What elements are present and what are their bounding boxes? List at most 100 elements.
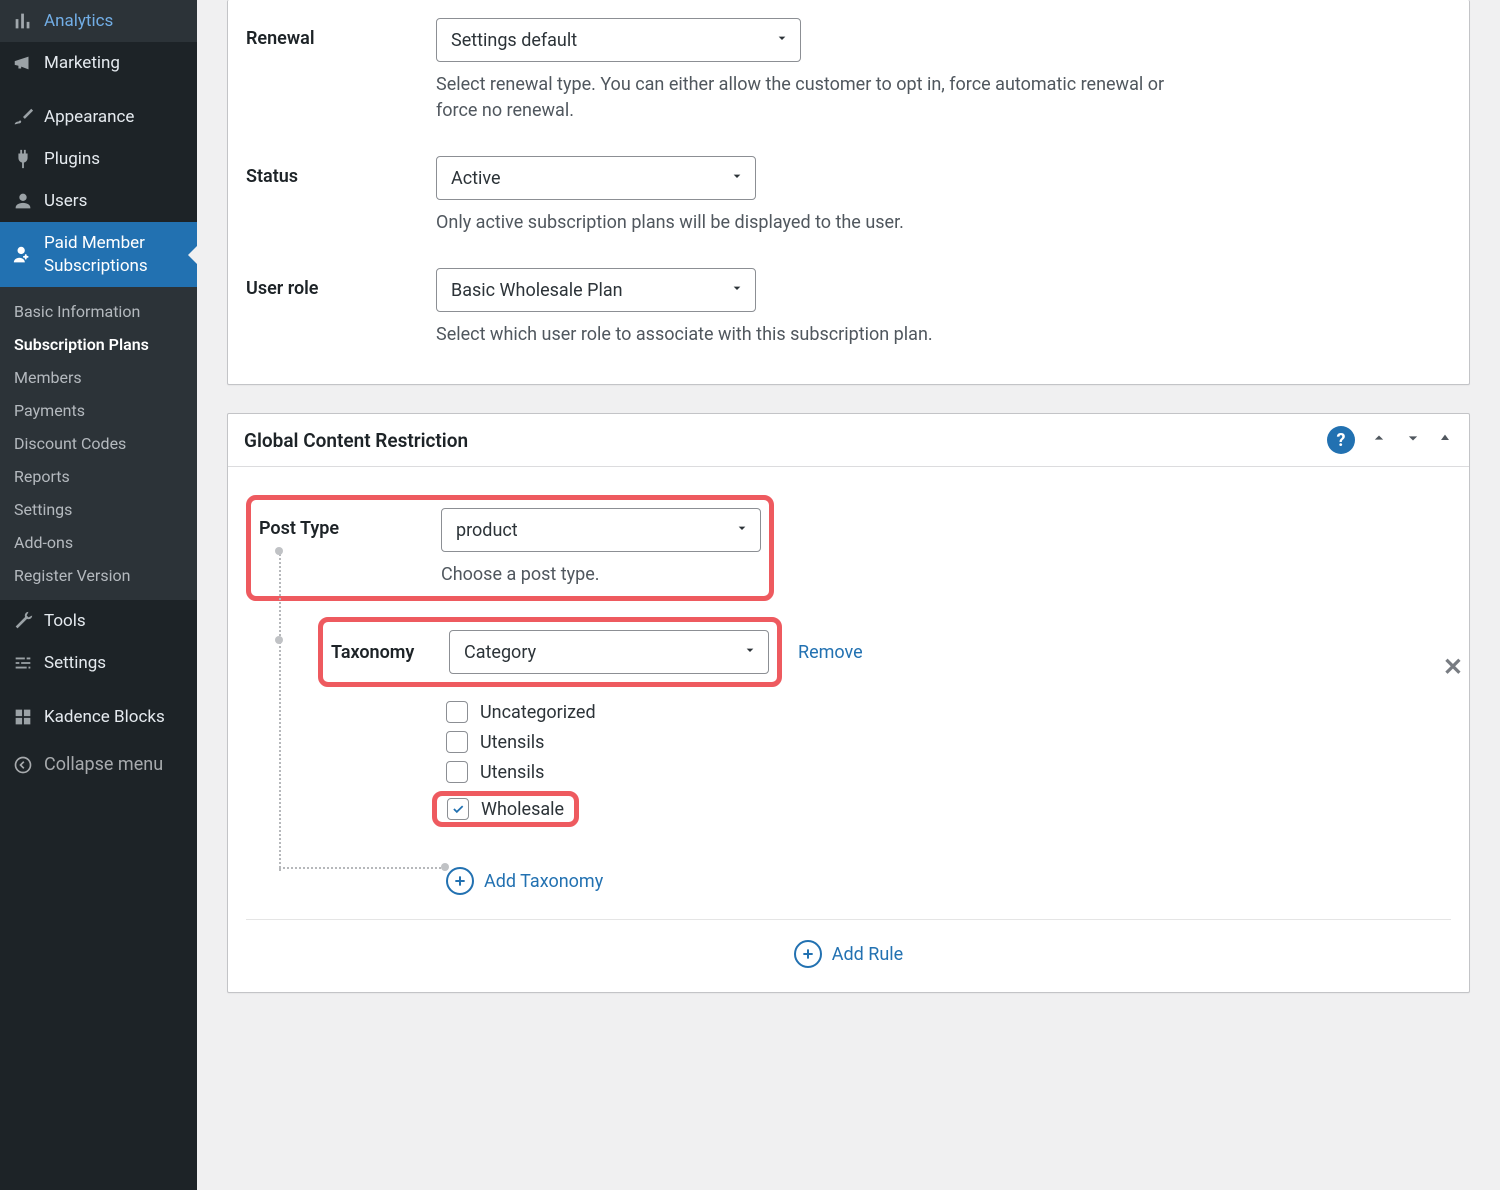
admin-sidebar: Analytics Marketing Appearance Plugins U… <box>0 0 197 1190</box>
taxonomy-option-label: Utensils <box>480 762 544 783</box>
taxonomy-option-label: Utensils <box>480 732 544 753</box>
taxonomy-select[interactable]: Category <box>449 630 769 674</box>
sidebar-item-users[interactable]: Users <box>0 180 197 222</box>
sidebar-item-label: Plugins <box>44 148 100 170</box>
sidebar-item-kadence-blocks[interactable]: Kadence Blocks <box>0 696 197 738</box>
sidebar-item-paid-member-subscriptions[interactable]: Paid Member Subscriptions <box>0 222 197 286</box>
chevron-down-icon <box>774 30 790 51</box>
submenu-payments[interactable]: Payments <box>0 394 197 427</box>
status-value: Active <box>451 168 501 189</box>
status-label: Status <box>246 156 436 187</box>
sidebar-item-analytics[interactable]: Analytics <box>0 0 197 42</box>
sidebar-item-label: Settings <box>44 652 106 674</box>
megaphone-icon <box>12 52 34 74</box>
submenu-discount-codes[interactable]: Discount Codes <box>0 427 197 460</box>
status-help: Only active subscription plans will be d… <box>436 210 904 236</box>
user-role-label: User role <box>246 268 436 299</box>
collapse-menu-button[interactable]: Collapse menu <box>0 744 197 786</box>
taxonomy-option[interactable]: Wholesale <box>447 798 564 820</box>
field-renewal: Renewal Settings default Select renewal … <box>246 18 1451 124</box>
user-role-value: Basic Wholesale Plan <box>451 280 623 301</box>
checkbox-icon[interactable] <box>446 701 468 723</box>
checkbox-icon[interactable] <box>446 731 468 753</box>
plus-circle-icon <box>446 867 474 895</box>
post-type-label: Post Type <box>259 508 441 539</box>
status-select[interactable]: Active <box>436 156 756 200</box>
submenu-members[interactable]: Members <box>0 361 197 394</box>
taxonomy-option[interactable]: Uncategorized <box>446 701 1451 723</box>
sidebar-item-marketing[interactable]: Marketing <box>0 42 197 84</box>
sidebar-item-label: Tools <box>44 610 86 632</box>
submenu-settings[interactable]: Settings <box>0 493 197 526</box>
sliders-icon <box>12 652 34 674</box>
checkbox-icon[interactable] <box>446 761 468 783</box>
sidebar-item-settings[interactable]: Settings <box>0 642 197 684</box>
collapse-menu-label: Collapse menu <box>44 754 163 775</box>
gcr-body: ✕ Post Type product Choose a post type. <box>228 467 1469 992</box>
wholesale-highlight: Wholesale <box>432 791 579 827</box>
plan-settings-panel: Renewal Settings default Select renewal … <box>227 0 1470 385</box>
sidebar-item-plugins[interactable]: Plugins <box>0 138 197 180</box>
renewal-help: Select renewal type. You can either allo… <box>436 72 1196 124</box>
sidebar-submenu: Basic Information Subscription Plans Mem… <box>0 287 197 600</box>
renewal-label: Renewal <box>246 18 436 49</box>
sidebar-item-label: Paid Member Subscriptions <box>44 232 185 276</box>
chevron-down-icon <box>734 520 750 541</box>
field-user-role: User role Basic Wholesale Plan Select wh… <box>246 268 1451 348</box>
submenu-basic-information[interactable]: Basic Information <box>0 295 197 328</box>
post-type-value: product <box>456 520 518 541</box>
add-taxonomy-button[interactable]: Add Taxonomy <box>446 867 1451 895</box>
global-content-restriction-panel: Global Content Restriction ? ✕ <box>227 413 1470 993</box>
remove-taxonomy-link[interactable]: Remove <box>798 642 863 663</box>
gcr-panel-header: Global Content Restriction ? <box>228 414 1469 467</box>
submenu-register-version[interactable]: Register Version <box>0 559 197 592</box>
post-type-help: Choose a post type. <box>441 562 761 588</box>
submenu-subscription-plans[interactable]: Subscription Plans <box>0 328 197 361</box>
checkbox-checked-icon[interactable] <box>447 798 469 820</box>
analytics-icon <box>12 10 34 32</box>
sidebar-item-appearance[interactable]: Appearance <box>0 96 197 138</box>
post-type-highlight: Post Type product Choose a post type. <box>246 495 774 601</box>
member-dollar-icon <box>12 244 34 266</box>
gcr-title: Global Content Restriction <box>244 429 468 452</box>
chevron-down-icon[interactable] <box>1403 428 1423 453</box>
help-icon[interactable]: ? <box>1327 426 1355 454</box>
taxonomy-option-label: Uncategorized <box>480 702 596 723</box>
field-status: Status Active Only active subscription p… <box>246 156 1451 236</box>
caret-up-icon[interactable] <box>1437 430 1453 451</box>
collapse-icon <box>12 754 34 776</box>
main-content: Renewal Settings default Select renewal … <box>197 0 1500 1190</box>
user-role-help: Select which user role to associate with… <box>436 322 933 348</box>
taxonomy-option[interactable]: Utensils <box>446 731 1451 753</box>
sidebar-item-label: Appearance <box>44 106 134 128</box>
taxonomy-option[interactable]: Utensils <box>446 761 1451 783</box>
sidebar-item-label: Analytics <box>44 10 113 32</box>
sidebar-item-label: Kadence Blocks <box>44 706 165 728</box>
taxonomy-option-label: Wholesale <box>481 799 564 820</box>
submenu-reports[interactable]: Reports <box>0 460 197 493</box>
remove-rule-icon[interactable]: ✕ <box>1443 653 1463 681</box>
submenu-addons[interactable]: Add-ons <box>0 526 197 559</box>
sidebar-item-label: Marketing <box>44 52 120 74</box>
sidebar-item-label: Users <box>44 190 87 212</box>
add-taxonomy-label: Add Taxonomy <box>484 871 603 892</box>
plug-icon <box>12 148 34 170</box>
add-rule-label: Add Rule <box>832 944 903 965</box>
chevron-up-icon[interactable] <box>1369 428 1389 453</box>
chevron-down-icon <box>729 168 745 189</box>
chevron-down-icon <box>729 280 745 301</box>
blocks-icon <box>12 706 34 728</box>
sidebar-item-tools[interactable]: Tools <box>0 600 197 642</box>
plus-circle-icon <box>794 940 822 968</box>
user-icon <box>12 190 34 212</box>
renewal-value: Settings default <box>451 30 577 51</box>
taxonomy-highlight: Taxonomy Category <box>318 617 782 687</box>
user-role-select[interactable]: Basic Wholesale Plan <box>436 268 756 312</box>
wrench-icon <box>12 610 34 632</box>
chevron-down-icon <box>742 642 758 663</box>
rule-footer: Add Rule <box>246 919 1451 968</box>
taxonomy-value: Category <box>464 642 536 663</box>
renewal-select[interactable]: Settings default <box>436 18 801 62</box>
post-type-select[interactable]: product <box>441 508 761 552</box>
add-rule-button[interactable]: Add Rule <box>794 940 903 968</box>
